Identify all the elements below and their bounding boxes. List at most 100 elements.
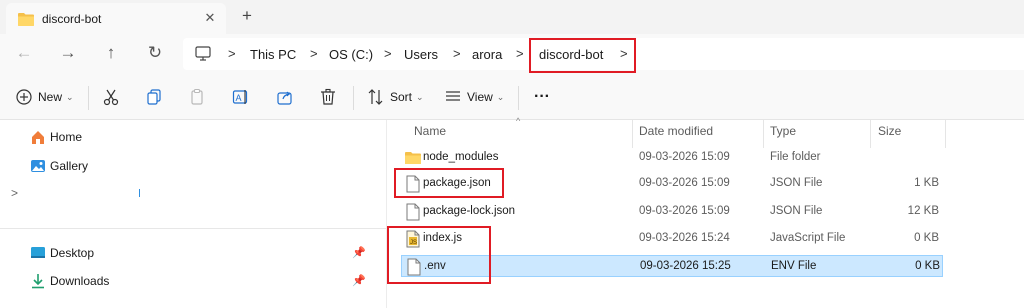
chevron-down-icon: ⌄: [416, 91, 424, 102]
file-name: node_modules: [423, 151, 499, 163]
file-date: 09-03-2026 15:09: [639, 151, 730, 163]
share-button[interactable]: [275, 86, 295, 108]
new-label: New: [38, 90, 63, 104]
column-header-type[interactable]: Type: [770, 124, 796, 138]
copy-icon: [147, 89, 161, 105]
paste-button[interactable]: [187, 86, 207, 108]
share-icon: [277, 91, 292, 105]
breadcrumb-separator: >: [516, 46, 524, 61]
view-list-icon: [446, 91, 460, 101]
forward-arrow-icon[interactable]: →: [57, 42, 79, 64]
breadcrumb-separator: >: [453, 46, 461, 61]
breadcrumb-os-c[interactable]: OS (C:): [329, 47, 373, 62]
column-divider: [632, 120, 633, 148]
breadcrumb-users[interactable]: Users: [404, 47, 438, 62]
file-type: JavaScript File: [770, 232, 846, 244]
file-type: ENV File: [771, 260, 817, 272]
file-size: 12 KB: [907, 205, 939, 217]
file-name: package-lock.json: [423, 205, 516, 217]
svg-text:A: A: [236, 93, 242, 103]
column-divider: [945, 120, 946, 148]
tab-discord-bot[interactable]: discord-bot ✕: [6, 3, 226, 34]
plus-circle-icon: [16, 89, 32, 105]
file-size: 0 KB: [914, 232, 939, 244]
divider: [353, 86, 354, 110]
breadcrumb-separator: >: [228, 46, 236, 61]
desktop-icon: [31, 247, 45, 258]
refresh-icon[interactable]: ↻: [144, 42, 166, 64]
file-size: 0 KB: [915, 260, 940, 272]
breadcrumb-this-pc[interactable]: This PC: [250, 47, 296, 62]
tree-marker: [139, 189, 140, 197]
file-date: 09-03-2026 15:09: [639, 177, 730, 189]
file-type: JSON File: [770, 205, 823, 217]
gallery-icon: [31, 160, 45, 172]
delete-button[interactable]: [318, 86, 338, 108]
sidebar-item-desktop[interactable]: Desktop 📌: [30, 242, 376, 264]
pin-icon[interactable]: 📌: [352, 274, 366, 287]
annotation-box-package-json: [394, 168, 504, 198]
file-date: 09-03-2026 15:24: [639, 232, 730, 244]
sort-label: Sort: [390, 90, 413, 104]
scissors-icon: [103, 89, 119, 106]
chevron-down-icon: ⌄: [66, 91, 74, 102]
table-row[interactable]: node_modules 09-03-2026 15:09 File folde…: [401, 147, 943, 169]
annotation-box-index-env: [387, 226, 491, 284]
sidebar-item-downloads[interactable]: Downloads 📌: [30, 270, 376, 292]
sidebar-item-label: Desktop: [50, 246, 95, 260]
file-icon: [406, 203, 420, 221]
folder-icon: [405, 152, 421, 164]
monitor-icon: [195, 46, 211, 61]
sidebar-item-label: Home: [50, 130, 83, 144]
sort-button[interactable]: Sort ⌄: [366, 86, 424, 108]
sidebar-item-label: Downloads: [50, 274, 110, 288]
close-icon[interactable]: ✕: [202, 10, 218, 26]
more-options-button[interactable]: ···: [534, 86, 550, 108]
sidebar-item-label: Gallery: [50, 159, 89, 173]
table-row[interactable]: package-lock.json 09-03-2026 15:09 JSON …: [401, 201, 943, 223]
up-arrow-icon[interactable]: ↑: [100, 42, 122, 64]
expand-chevron-icon[interactable]: >: [11, 186, 18, 200]
divider: [518, 86, 519, 110]
column-header-size[interactable]: Size: [878, 124, 901, 138]
trash-icon: [321, 88, 335, 105]
annotation-box-path: [529, 38, 636, 73]
pin-icon[interactable]: 📌: [352, 246, 366, 259]
chevron-down-icon: ⌄: [496, 91, 505, 102]
downloads-icon: [32, 274, 44, 289]
divider: [0, 228, 386, 229]
column-header-name[interactable]: Name: [414, 124, 446, 138]
column-divider: [870, 120, 871, 148]
address-bar[interactable]: > This PC > OS (C:) > Users > arora > di…: [183, 38, 1024, 73]
sort-ascending-icon: ^: [516, 116, 521, 126]
breadcrumb-arora[interactable]: arora: [472, 47, 502, 62]
tab-strip: discord-bot ✕ +: [0, 0, 1024, 34]
view-label: View: [467, 90, 493, 104]
file-type: File folder: [770, 151, 821, 163]
folder-icon: [18, 12, 34, 26]
file-type: JSON File: [770, 177, 823, 189]
column-divider: [763, 120, 764, 148]
breadcrumb-separator: >: [310, 46, 318, 61]
tab-title: discord-bot: [42, 11, 102, 26]
file-size: 1 KB: [914, 177, 939, 189]
back-arrow-icon[interactable]: ←: [13, 42, 35, 64]
rename-button[interactable]: A: [231, 86, 251, 108]
column-header-date[interactable]: Date modified: [639, 124, 713, 138]
file-list: ^ Name Date modified Type Size node_modu…: [386, 116, 1024, 308]
copy-button[interactable]: [144, 86, 164, 108]
divider: [88, 86, 89, 110]
view-button[interactable]: View ⌄: [443, 86, 504, 108]
new-button[interactable]: New ⌄: [14, 86, 74, 108]
command-bar: New ⌄ A Sort ⌄ View ⌄ ···: [0, 74, 1024, 120]
sidebar-item-home[interactable]: Home: [30, 126, 82, 148]
clipboard-icon: [191, 88, 203, 105]
new-tab-button[interactable]: +: [238, 7, 256, 25]
sort-icon: [368, 89, 383, 105]
rename-icon: A: [232, 90, 248, 104]
navigation-bar: ← → ↑ ↻ > This PC > OS (C:) > Users > ar…: [0, 34, 1024, 74]
cut-button[interactable]: [101, 86, 121, 108]
navigation-pane: Home Gallery > Desktop 📌 Downloads 📌: [0, 120, 386, 308]
file-date: 09-03-2026 15:09: [639, 205, 730, 217]
sidebar-item-gallery[interactable]: Gallery: [30, 155, 88, 177]
